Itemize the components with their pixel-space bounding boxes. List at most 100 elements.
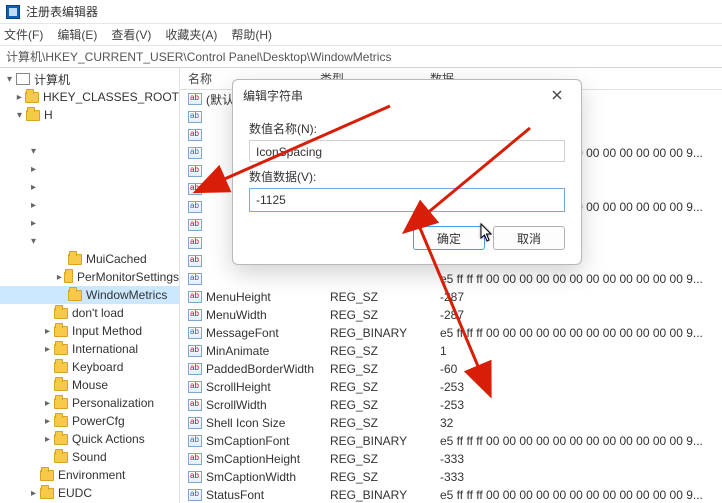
tree-windowmetrics[interactable]: WindowMetrics [0, 286, 179, 304]
string-value-icon [188, 309, 202, 321]
string-value-icon [188, 363, 202, 375]
string-value-icon [188, 219, 202, 231]
value-data: 32 [440, 416, 722, 430]
address-text: 计算机\HKEY_CURRENT_USER\Control Panel\Desk… [6, 48, 391, 65]
address-bar[interactable]: 计算机\HKEY_CURRENT_USER\Control Panel\Desk… [0, 46, 722, 68]
name-label: 数值名称(N): [249, 120, 565, 137]
tree-mouse[interactable]: Mouse [0, 376, 179, 394]
list-row[interactable]: ScrollWidthREG_SZ-253 [180, 396, 722, 414]
binary-value-icon [188, 273, 202, 285]
value-data: e5 ff ff ff 00 00 00 00 00 00 00 00 00 0… [440, 434, 722, 448]
binary-value-icon [188, 111, 202, 123]
tree-item[interactable] [0, 124, 179, 142]
value-name: PaddedBorderWidth [206, 362, 330, 376]
string-value-icon [188, 471, 202, 483]
list-row[interactable]: e5 ff ff ff 00 00 00 00 00 00 00 00 00 0… [180, 270, 722, 288]
tree-personalization[interactable]: ▸Personalization [0, 394, 179, 412]
string-value-icon [188, 381, 202, 393]
name-field: IconSpacing [249, 140, 565, 162]
menu-favorites[interactable]: 收藏夹(A) [165, 26, 217, 43]
dialog-close-button[interactable] [543, 84, 571, 106]
string-value-icon [188, 183, 202, 195]
tree-international[interactable]: ▸International [0, 340, 179, 358]
tree-quick-actions[interactable]: ▸Quick Actions [0, 430, 179, 448]
string-value-icon [188, 129, 202, 141]
menu-file[interactable]: 文件(F) [4, 26, 43, 43]
value-data: e5 ff ff ff 00 00 00 00 00 00 00 00 00 0… [440, 488, 722, 502]
value-type: REG_SZ [330, 290, 440, 304]
menu-help[interactable]: 帮助(H) [231, 26, 272, 43]
value-data: -333 [440, 452, 722, 466]
binary-value-icon [188, 435, 202, 447]
data-label: 数值数据(V): [249, 168, 565, 185]
list-row[interactable]: MenuWidthREG_SZ-287 [180, 306, 722, 324]
tree-item[interactable]: ▸ [0, 196, 179, 214]
value-name: MessageFont [206, 326, 330, 340]
value-name: MenuHeight [206, 290, 330, 304]
ok-button[interactable]: 确定 [413, 226, 485, 250]
menu-edit[interactable]: 编辑(E) [57, 26, 97, 43]
list-row[interactable]: SmCaptionWidthREG_SZ-333 [180, 468, 722, 486]
cancel-button[interactable]: 取消 [493, 226, 565, 250]
value-name: SmCaptionWidth [206, 470, 330, 484]
list-row[interactable]: MenuHeightREG_SZ-287 [180, 288, 722, 306]
tree-hkcr[interactable]: ▸HKEY_CLASSES_ROOT [0, 88, 179, 106]
value-type: REG_BINARY [330, 326, 440, 340]
tree-item[interactable]: ▾ [0, 142, 179, 160]
value-type: REG_SZ [330, 452, 440, 466]
list-row[interactable]: SmCaptionFontREG_BINARYe5 ff ff ff 00 00… [180, 432, 722, 450]
binary-value-icon [188, 147, 202, 159]
tree-eudc[interactable]: ▸EUDC [0, 484, 179, 502]
list-row[interactable]: Shell Icon SizeREG_SZ32 [180, 414, 722, 432]
tree-root[interactable]: ▾计算机 [0, 70, 179, 88]
list-row[interactable]: StatusFontREG_BINARYe5 ff ff ff 00 00 00… [180, 486, 722, 503]
tree-input-method[interactable]: ▸Input Method [0, 322, 179, 340]
data-input[interactable] [249, 188, 565, 212]
value-data: e5 ff ff ff 00 00 00 00 00 00 00 00 00 0… [440, 272, 722, 286]
list-row[interactable]: ScrollHeightREG_SZ-253 [180, 378, 722, 396]
value-data: e5 ff ff ff 00 00 00 00 00 00 00 00 00 0… [440, 326, 722, 340]
list-row[interactable]: PaddedBorderWidthREG_SZ-60 [180, 360, 722, 378]
tree-keyboard[interactable]: Keyboard [0, 358, 179, 376]
value-name: MenuWidth [206, 308, 330, 322]
binary-value-icon [188, 327, 202, 339]
value-type: REG_SZ [330, 380, 440, 394]
tree-item[interactable]: ▸ [0, 178, 179, 196]
list-row[interactable]: SmCaptionHeightREG_SZ-333 [180, 450, 722, 468]
tree-permonitor[interactable]: ▸PerMonitorSettings [0, 268, 179, 286]
value-list[interactable]: 名称 类型 数据 (默认)REG_SZ(数值未设置)0x000000d8 (21… [180, 68, 722, 503]
string-value-icon [188, 237, 202, 249]
value-name: Shell Icon Size [206, 416, 330, 430]
string-value-icon [188, 345, 202, 357]
tree-sound[interactable]: Sound [0, 448, 179, 466]
binary-value-icon [188, 489, 202, 501]
tree-item[interactable]: ▸ [0, 214, 179, 232]
tree-item[interactable]: ▸ [0, 160, 179, 178]
close-icon [552, 90, 562, 100]
value-data: 1 [440, 344, 722, 358]
value-name: StatusFont [206, 488, 330, 502]
value-type: REG_BINARY [330, 488, 440, 502]
string-value-icon [188, 399, 202, 411]
binary-value-icon [188, 201, 202, 213]
value-data: -253 [440, 380, 722, 394]
value-type: REG_SZ [330, 416, 440, 430]
value-type: REG_SZ [330, 308, 440, 322]
tree-hkcu[interactable]: ▾H [0, 106, 179, 124]
tree-dontload[interactable]: don't load [0, 304, 179, 322]
tree-environment[interactable]: Environment [0, 466, 179, 484]
tree-powercfg[interactable]: ▸PowerCfg [0, 412, 179, 430]
list-row[interactable]: MessageFontREG_BINARYe5 ff ff ff 00 00 0… [180, 324, 722, 342]
tree-item[interactable]: ▾ [0, 232, 179, 250]
value-data: -287 [440, 290, 722, 304]
tree-panel[interactable]: ▾计算机 ▸HKEY_CLASSES_ROOT ▾H ▾ ▸ ▸ ▸ ▸ ▾ M… [0, 68, 180, 503]
tree-muicached[interactable]: MuiCached [0, 250, 179, 268]
value-data: -287 [440, 308, 722, 322]
value-type: REG_SZ [330, 362, 440, 376]
string-value-icon [188, 165, 202, 177]
string-value-icon [188, 255, 202, 267]
list-row[interactable]: MinAnimateREG_SZ1 [180, 342, 722, 360]
app-title: 注册表编辑器 [26, 3, 98, 20]
menu-view[interactable]: 查看(V) [111, 26, 151, 43]
window-titlebar: 注册表编辑器 [0, 0, 722, 24]
